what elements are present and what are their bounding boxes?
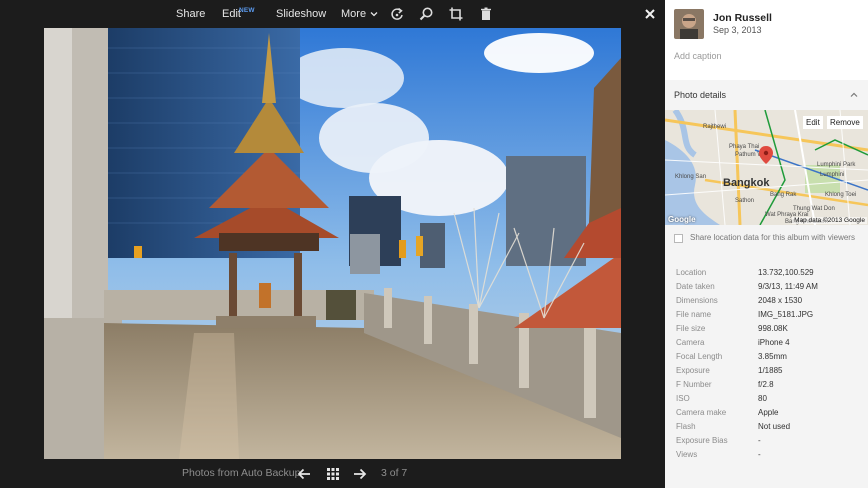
property-value: 998.08K [758,324,788,333]
map-city-label: Bangkok [723,177,770,189]
add-caption-field[interactable]: Add caption [674,51,722,61]
location-map[interactable]: Rajthewi Phaya Thai Pathum Wan Khlong Sa… [665,110,868,225]
delete-icon[interactable] [478,6,494,22]
new-badge: NEW [239,7,255,14]
more-label: More [341,8,367,20]
checkbox-box[interactable] [674,234,683,243]
photo-details-title: Photo details [674,90,727,100]
rotate-icon[interactable] [389,6,405,22]
map-label: Khlong San [675,174,706,180]
property-value: IMG_5181.JPG [758,310,814,319]
property-value: 9/3/13, 11:49 AM [758,282,818,291]
property-key: Location [676,268,707,277]
property-row: ISO 80 [676,394,868,408]
next-arrow-icon[interactable] [352,466,368,482]
viewer-toolbar: Share Edit NEW Slideshow More [0,0,665,28]
property-key: Focal Length [676,352,723,361]
property-value: 13.732,100.529 [758,268,814,277]
info-panel: Jon Russell Sep 3, 2013 Add caption Phot… [665,0,868,488]
album-name-link[interactable]: Photos from Auto Backup [182,459,300,488]
property-key: Date taken [676,282,715,291]
property-key: Camera [676,338,705,347]
photo-viewer: Share Edit NEW Slideshow More Photos fro… [0,0,665,488]
map-label: Lumphini [820,172,844,178]
chevron-down-icon [370,12,378,17]
map-label: Sathon [735,198,754,204]
map-label: Rajthewi [703,124,726,130]
grid-icon[interactable] [325,466,341,482]
property-row: Flash Not used [676,422,868,436]
slideshow-button[interactable]: Slideshow [276,0,326,28]
property-row: Date taken 9/3/13, 11:49 AM [676,282,868,296]
property-value: Not used [758,422,791,431]
property-value: - [758,436,761,445]
share-location-checkbox[interactable]: Share location data for this album with … [674,233,868,245]
property-key: Dimensions [676,296,718,305]
owner-name[interactable]: Jon Russell [713,12,772,24]
property-value: 3.85mm [758,352,787,361]
property-row: Views - [676,450,868,464]
property-row: Camera make Apple [676,408,868,422]
more-menu-button[interactable]: More [341,0,378,28]
property-key: Views [676,450,698,459]
property-row: Dimensions 2048 x 1530 [676,296,868,310]
property-value: iPhone 4 [758,338,790,347]
property-value: 80 [758,394,767,403]
property-key: Camera make [676,408,727,417]
share-location-label: Share location data for this album with … [690,233,855,242]
share-button[interactable]: Share [176,0,205,28]
property-row: Focal Length 3.85mm [676,352,868,366]
photo-counter: 3 of 7 [381,467,408,479]
property-key: Exposure Bias [676,436,728,445]
property-key: File size [676,324,706,333]
property-row: Location 13.732,100.529 [676,268,868,282]
zoom-icon[interactable] [418,6,434,22]
photo-details-toggle[interactable]: Photo details [665,85,868,107]
property-value: 2048 x 1530 [758,296,803,305]
property-value: Apple [758,408,779,417]
property-key: F Number [676,380,712,389]
prev-arrow-icon[interactable] [296,466,312,482]
map-remove-button[interactable]: Remove [827,116,863,129]
property-row: Exposure 1/1885 [676,366,868,380]
avatar[interactable] [674,9,704,39]
map-attribution: Map data ©2013 Google [792,217,867,224]
map-label: Bang Rak [770,192,797,198]
edit-button[interactable]: Edit [222,0,241,28]
map-label: Lumphini Park [817,162,856,168]
property-row: File size 998.08K [676,324,868,338]
photo-date: Sep 3, 2013 [713,25,762,35]
property-row: Camera iPhone 4 [676,338,868,352]
filmstrip-bar: Photos from Auto Backup 3 of 7 [0,459,665,488]
property-value: f/2.8 [758,380,774,389]
crop-icon[interactable] [448,6,464,22]
property-key: File name [676,310,712,319]
property-row: File name IMG_5181.JPG [676,310,868,324]
property-row: F Number f/2.8 [676,380,868,394]
google-logo: Google [668,215,696,224]
property-value: - [758,450,761,459]
map-label: Phaya Thai [729,144,759,150]
owner-card: Jon Russell Sep 3, 2013 Add caption [665,0,868,80]
map-label: Khlong Toei [825,192,856,198]
close-icon[interactable] [642,6,658,22]
main-photo [44,28,621,459]
property-key: Flash [676,422,696,431]
property-key: ISO [676,394,690,403]
chevron-up-icon [850,91,858,99]
property-key: Exposure [676,366,710,375]
property-value: 1/1885 [758,366,783,375]
property-row: Exposure Bias - [676,436,868,450]
map-edit-button[interactable]: Edit [803,116,823,129]
